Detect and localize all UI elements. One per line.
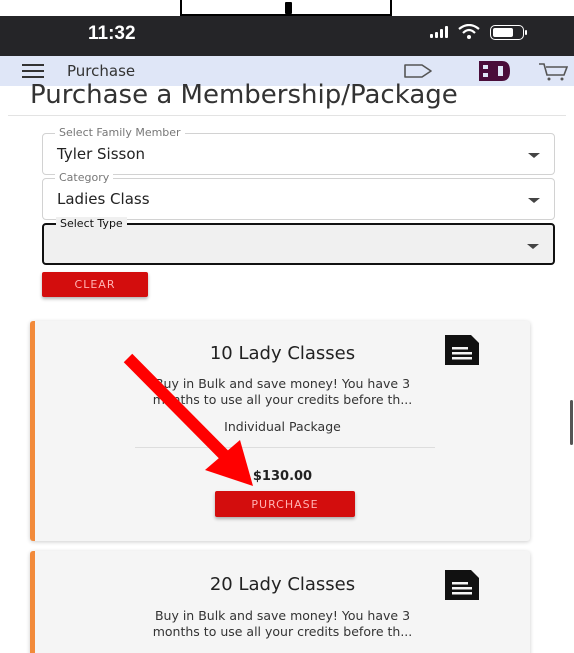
package-description-line1: Buy in Bulk and save money! You have 3	[154, 376, 411, 391]
tag-icon[interactable]	[402, 61, 434, 81]
category-value: Ladies Class	[57, 190, 150, 208]
document-icon	[445, 335, 479, 365]
cart-icon[interactable]	[538, 61, 568, 81]
family-member-select[interactable]: Select Family Member Tyler Sisson	[42, 126, 555, 175]
top-tab-frame	[180, 0, 392, 16]
clear-button[interactable]: CLEAR	[42, 272, 148, 297]
package-description-line2: months to use all your credits before th…	[152, 624, 413, 639]
type-label: Select Type	[56, 217, 127, 230]
purchase-button[interactable]: PURCHASE	[215, 491, 355, 517]
chevron-down-icon	[528, 198, 540, 203]
signal-icon	[430, 26, 448, 38]
page-title: Purchase a Membership/Package	[30, 80, 458, 110]
package-card: 20 Lady Classes Buy in Bulk and save mon…	[30, 551, 530, 653]
card-divider	[135, 447, 435, 448]
package-description-line2: months to use all your credits before th…	[152, 392, 413, 407]
family-member-value: Tyler Sisson	[57, 145, 146, 163]
scrollbar[interactable]	[570, 400, 573, 445]
app-bar-title: Purchase	[67, 62, 136, 80]
package-type: Individual Package	[224, 419, 341, 434]
type-select[interactable]: Select Type	[42, 217, 555, 265]
tab-mark	[285, 2, 292, 14]
category-select[interactable]: Category Ladies Class	[42, 171, 555, 220]
chevron-down-icon	[528, 153, 540, 158]
package-card: 10 Lady Classes Buy in Bulk and save mon…	[30, 321, 530, 541]
divider	[8, 115, 566, 116]
wifi-icon	[458, 24, 480, 39]
logo	[479, 61, 510, 81]
chevron-down-icon	[527, 244, 539, 249]
package-description-line1: Buy in Bulk and save money! You have 3	[154, 608, 411, 623]
status-time: 11:32	[88, 23, 136, 44]
status-icons	[430, 24, 527, 40]
battery-icon	[490, 24, 527, 40]
category-label: Category	[55, 171, 114, 184]
menu-icon[interactable]	[22, 64, 44, 78]
package-price: $130.00	[252, 469, 313, 484]
document-icon	[445, 570, 479, 600]
family-member-label: Select Family Member	[55, 126, 185, 139]
